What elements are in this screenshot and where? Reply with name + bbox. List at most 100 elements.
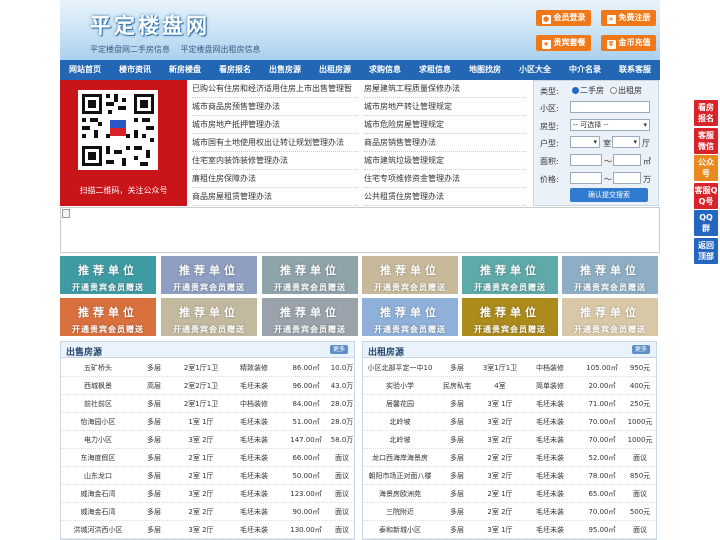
community-input[interactable] [570,101,650,113]
regulation-link[interactable]: 已购公有住房和经济适用住房上市出售管理暂 [192,80,358,98]
recommended-unit-ad[interactable]: 推荐单位 开通贵宾会员赠送 [362,256,458,294]
listing-cell[interactable]: 电力小区 [65,431,131,449]
regulation-link[interactable]: 廉租住房保障办法 [192,170,358,188]
listing-cell[interactable]: 威海金石湾 [65,485,131,503]
recommended-unit-ad[interactable]: 推荐单位 开通贵宾会员赠送 [462,298,558,336]
regulation-link[interactable]: 城市房地产抵押管理办法 [192,116,358,134]
regulation-link[interactable]: 商品房销售管理办法 [364,134,526,152]
nav-for-rent[interactable]: 出租房源 [310,60,360,80]
recommended-unit-ad[interactable]: 推荐单位 开通贵宾会员赠送 [161,256,257,294]
type-radio-secondhand[interactable]: 二手房 [572,85,604,96]
recommended-unit-ad[interactable]: 推荐单位 开通贵宾会员赠送 [562,298,658,336]
area-min-input[interactable] [570,154,602,166]
sidebar-button[interactable]: 返回 顶部 [694,238,718,264]
listing-row[interactable]: 三院附近 多层 2室 2厅 毛坯未装 70.00㎡ 500元 [363,503,656,521]
listing-cell[interactable]: 小区北部平定一中10 [363,359,437,377]
area-max-input[interactable] [613,154,641,166]
nav-home[interactable]: 网站首页 [60,60,110,80]
listing-row[interactable]: 五矿桥头 多层 2室1厅1卫 精致装修 86.00㎡ 10.0万 [61,359,354,377]
nav-map-search[interactable]: 地图找房 [460,60,510,80]
sidebar-button[interactable]: 客服Q Q号 [694,183,718,209]
listing-row[interactable]: 海景房欧洲苑 多层 2室 1厅 毛坯未装 65.00㎡ 面议 [363,485,656,503]
listing-cell[interactable]: 北岭坡 [363,413,437,431]
listing-row[interactable]: 泰和新城小区 多层 3室 1厅 毛坯未装 95.00㎡ 面议 [363,521,656,539]
listing-cell[interactable]: 威海金石湾 [65,503,131,521]
vip-package-button[interactable]: ★ 贵宾套餐 [536,35,591,51]
listing-row[interactable]: 龙口西海岸海景房 多层 2室 2厅 毛坯未装 52.00㎡ 面议 [363,449,656,467]
nav-for-sale[interactable]: 出售房源 [260,60,310,80]
nav-agencies[interactable]: 中介名录 [560,60,610,80]
nav-viewing-signup[interactable]: 看房报名 [210,60,260,80]
listing-cell[interactable]: 三院附近 [363,503,437,521]
sidebar-button[interactable]: 公众号 [694,155,718,181]
listing-cell[interactable]: 山东龙口 [65,467,131,485]
subtitle-rental[interactable]: 平定楼盘网出租房信息 [181,45,261,54]
listing-row[interactable]: 东海度假区 多层 2室 1厅 毛坯未装 66.00㎡ 面议 [61,449,354,467]
listing-row[interactable]: 前社前区 多层 2室1厅1卫 中档装修 84.00㎡ 28.0万 [61,395,354,413]
nav-new-homes[interactable]: 新房楼盘 [160,60,210,80]
listing-cell[interactable]: 北岭坡 [363,431,437,449]
style-select[interactable]: -- 可选择 -- ▾ [570,119,650,131]
listing-cell[interactable]: 五矿桥头 [65,359,131,377]
regulation-link[interactable]: 房屋建筑工程质量保修办法 [364,80,526,98]
price-min-input[interactable] [570,172,602,184]
listing-row[interactable]: 怡海园小区 多层 1室 1厅 毛坯未装 51.00㎡ 28.0万 [61,413,354,431]
nav-wanted-buy[interactable]: 求购信息 [360,60,410,80]
nav-contact[interactable]: 联系客服 [610,60,660,80]
listing-row[interactable]: 朝阳市场正对面八楼 多层 3室 2厅 毛坯未装 78.00㎡ 850元 [363,467,656,485]
site-logo[interactable]: 平定楼盘网 [90,10,210,40]
listing-row[interactable]: 山东龙口 多层 2室 1厅 毛坯未装 50.00㎡ 面议 [61,467,354,485]
listing-row[interactable]: 实验小学 民房私宅 4室 简单装修 20.00㎡ 400元 [363,377,656,395]
recommended-unit-ad[interactable]: 推荐单位 开通贵宾会员赠送 [362,298,458,336]
listing-row[interactable]: 电力小区 多层 3室 2厅 毛坯未装 147.00㎡ 58.0万 [61,431,354,449]
listing-cell[interactable]: 居馨花园 [363,395,437,413]
regulation-link[interactable]: 城市危险房屋管理规定 [364,116,526,134]
listing-cell[interactable]: 泰和新城小区 [363,521,437,539]
listing-cell[interactable]: 前社前区 [65,395,131,413]
recommended-unit-ad[interactable]: 推荐单位 开通贵宾会员赠送 [262,256,358,294]
recommended-unit-ad[interactable]: 推荐单位 开通贵宾会员赠送 [60,256,156,294]
listing-row[interactable]: 北岭坡 多层 3室 2厅 毛坯未装 70.00㎡ 1000元 [363,413,656,431]
listing-row[interactable]: 北岭坡 多层 3室 2厅 毛坯未装 70.00㎡ 1000元 [363,431,656,449]
listing-cell[interactable]: 东海度假区 [65,449,131,467]
banner-ad[interactable] [60,207,660,253]
recommended-unit-ad[interactable]: 推荐单位 开通贵宾会员赠送 [161,298,257,336]
sidebar-button[interactable]: 客服 微信 [694,128,718,154]
listing-cell[interactable]: 洪城河洪西小区 [65,521,131,539]
recommended-unit-ad[interactable]: 推荐单位 开通贵宾会员赠送 [462,256,558,294]
listing-cell[interactable]: 朝阳市场正对面八楼 [363,467,437,485]
subtitle-secondhand[interactable]: 平定楼盘网二手房信息 [90,45,170,54]
listing-row[interactable]: 威海金石湾 多层 2室 2厅 毛坯未装 90.00㎡ 面议 [61,503,354,521]
sidebar-button[interactable]: QQ 群 [694,210,718,236]
listing-row[interactable]: 小区北部平定一中10 多层 3室1厅1卫 中档装修 105.00㎡ 950元 [363,359,656,377]
nav-wanted-rent[interactable]: 求租信息 [410,60,460,80]
listing-row[interactable]: 居馨花园 多层 3室 1厅 毛坯未装 71.00㎡ 250元 [363,395,656,413]
nav-communities[interactable]: 小区大全 [510,60,560,80]
recommended-unit-ad[interactable]: 推荐单位 开通贵宾会员赠送 [262,298,358,336]
regulation-link[interactable]: 住宅室内装饰装修管理办法 [192,152,358,170]
listing-cell[interactable]: 怡海园小区 [65,413,131,431]
regulation-link[interactable]: 城市国有土地使用权出让转让规划管理办法 [192,134,358,152]
sidebar-button[interactable]: 看房 报名 [694,100,718,126]
regulation-link[interactable]: 城市商品房预售管理办法 [192,98,358,116]
more-rent-button[interactable]: 更多 [631,345,650,354]
regulation-link[interactable]: 公共租赁住房管理办法 [364,188,526,206]
search-submit-button[interactable]: 确认提交搜索 [570,188,648,202]
type-radio-rental[interactable]: 出租房 [610,85,642,96]
recommended-unit-ad[interactable]: 推荐单位 开通贵宾会员赠送 [60,298,156,336]
listing-cell[interactable]: 龙口西海岸海景房 [363,449,437,467]
listing-cell[interactable]: 实验小学 [363,377,437,395]
listing-cell[interactable]: 海景房欧洲苑 [363,485,437,503]
listing-row[interactable]: 西城枫景 高层 2室2厅1卫 毛坯未装 96.00㎡ 43.0万 [61,377,354,395]
regulation-link[interactable]: 商品房屋租赁管理办法 [192,188,358,206]
nav-news[interactable]: 楼市资讯 [110,60,160,80]
recommended-unit-ad[interactable]: 推荐单位 开通贵宾会员赠送 [562,256,658,294]
more-sale-button[interactable]: 更多 [329,345,348,354]
listing-row[interactable]: 洪城河洪西小区 多层 3室 2厅 毛坯未装 130.00㎡ 面议 [61,521,354,539]
regulation-link[interactable]: 城市房地产转让管理规定 [364,98,526,116]
listing-cell[interactable]: 西城枫景 [65,377,131,395]
listing-row[interactable]: 威海金石湾 多层 3室 2厅 毛坯未装 123.00㎡ 面议 [61,485,354,503]
halls-select[interactable]: ▾ [612,136,640,148]
price-max-input[interactable] [613,172,641,184]
rooms-select[interactable]: ▾ [570,136,600,148]
